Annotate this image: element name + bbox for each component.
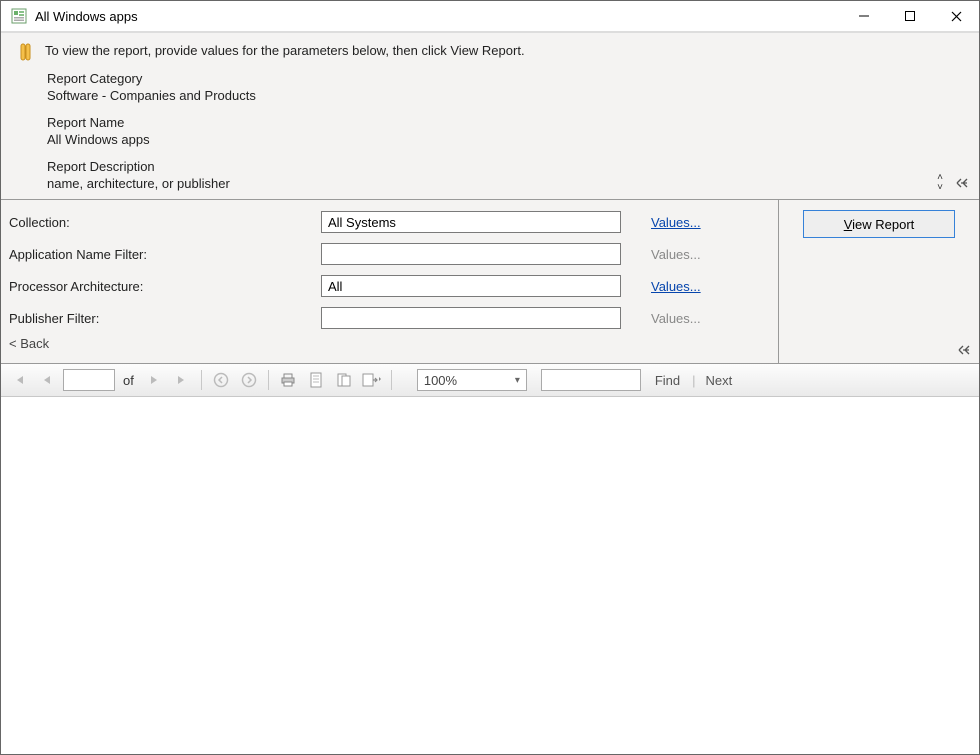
collection-input[interactable] xyxy=(321,211,621,233)
collapse-icon[interactable] xyxy=(957,343,971,357)
view-report-accel: V xyxy=(844,217,852,232)
name-value: All Windows apps xyxy=(47,132,963,147)
desc-label: Report Description xyxy=(47,159,963,174)
forward-nav-button[interactable] xyxy=(237,368,261,392)
values-link[interactable]: Values... xyxy=(651,279,701,294)
param-label: Collection: xyxy=(9,215,321,230)
app-icon xyxy=(11,8,27,24)
report-viewer-toolbar: of 100% ▾ Find xyxy=(1,364,979,397)
publisher-filter-input[interactable] xyxy=(321,307,621,329)
maximize-button[interactable] xyxy=(887,1,933,31)
page-number-input[interactable] xyxy=(63,369,115,391)
back-nav-button[interactable] xyxy=(209,368,233,392)
view-report-text: iew Report xyxy=(852,217,914,232)
print-button[interactable] xyxy=(276,368,300,392)
report-body xyxy=(1,397,979,754)
separator xyxy=(268,370,269,390)
separator xyxy=(201,370,202,390)
page-setup-button[interactable] xyxy=(332,368,356,392)
name-label: Report Name xyxy=(47,115,963,130)
view-report-button[interactable]: View Report xyxy=(803,210,955,238)
collapse-icon[interactable] xyxy=(955,176,969,190)
find-input[interactable] xyxy=(541,369,641,391)
param-label: Publisher Filter: xyxy=(9,311,321,326)
parameters-panel: Collection: Values... Application Name F… xyxy=(1,199,979,364)
chevron-down-icon[interactable]: ˅ xyxy=(937,183,943,193)
find-next-button[interactable]: Next xyxy=(706,373,733,388)
values-link-disabled: Values... xyxy=(651,247,701,262)
find-button[interactable]: Find xyxy=(655,373,680,388)
instruction-text: To view the report, provide values for t… xyxy=(45,43,525,58)
param-row-collection: Collection: Values... xyxy=(9,206,770,238)
info-panel: To view the report, provide values for t… xyxy=(1,32,979,199)
print-layout-button[interactable] xyxy=(304,368,328,392)
values-link-disabled: Values... xyxy=(651,311,701,326)
chevron-down-icon: ▾ xyxy=(515,375,520,386)
param-row-publisher: Publisher Filter: Values... xyxy=(9,302,770,334)
back-link[interactable]: < Back xyxy=(9,334,770,357)
window-title: All Windows apps xyxy=(35,9,138,24)
last-page-button[interactable] xyxy=(170,368,194,392)
desc-value: name, architecture, or publisher xyxy=(47,176,963,191)
param-row-appname: Application Name Filter: Values... xyxy=(9,238,770,270)
info-icon xyxy=(17,43,35,61)
separator xyxy=(391,370,392,390)
zoom-value: 100% xyxy=(424,373,457,388)
report-window: All Windows apps To view the report, pro… xyxy=(0,0,980,755)
next-page-button[interactable] xyxy=(142,368,166,392)
values-link[interactable]: Values... xyxy=(651,215,701,230)
category-value: Software - Companies and Products xyxy=(47,88,963,103)
export-button[interactable] xyxy=(360,368,384,392)
category-label: Report Category xyxy=(47,71,963,86)
first-page-button[interactable] xyxy=(7,368,31,392)
minimize-button[interactable] xyxy=(841,1,887,31)
param-label: Processor Architecture: xyxy=(9,279,321,294)
titlebar: All Windows apps xyxy=(1,1,979,32)
param-row-arch: Processor Architecture: Values... xyxy=(9,270,770,302)
page-of-label: of xyxy=(123,373,134,388)
separator: | xyxy=(692,373,695,388)
processor-arch-input[interactable] xyxy=(321,275,621,297)
scroll-updown[interactable]: ˄ ˅ xyxy=(937,173,943,193)
app-name-filter-input[interactable] xyxy=(321,243,621,265)
close-button[interactable] xyxy=(933,1,979,31)
param-label: Application Name Filter: xyxy=(9,247,321,262)
zoom-dropdown[interactable]: 100% ▾ xyxy=(417,369,527,391)
prev-page-button[interactable] xyxy=(35,368,59,392)
